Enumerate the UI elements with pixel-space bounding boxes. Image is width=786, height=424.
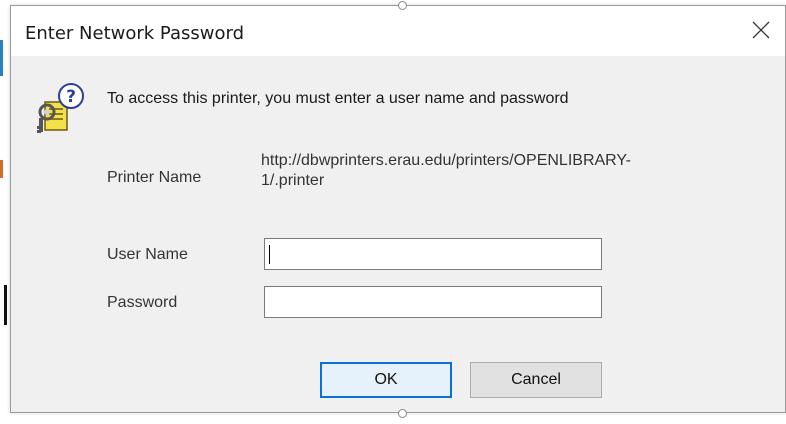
network-password-dialog: Enter Network Password ? To access this … — [10, 5, 786, 413]
close-button[interactable] — [743, 14, 779, 46]
printer-name-label: Printer Name — [107, 169, 202, 186]
user-name-input[interactable] — [264, 238, 602, 270]
resize-handle-top[interactable] — [398, 1, 407, 10]
dialog-message: To access this printer, you must enter a… — [107, 90, 569, 107]
printer-name-value-line2: 1/.printer — [261, 172, 325, 189]
dialog-title: Enter Network Password — [25, 23, 244, 44]
background-fragment — [0, 160, 3, 178]
title-bar[interactable]: Enter Network Password — [11, 6, 785, 56]
user-name-label: User Name — [107, 246, 188, 263]
screen: ‾‾‾‾‾‾‾‾‾‾ Enter Network Password ? To a… — [0, 0, 786, 424]
key-question-icon: ? — [35, 82, 87, 138]
text-caret — [269, 245, 270, 264]
close-icon — [752, 21, 770, 39]
password-label: Password — [107, 294, 178, 311]
ok-button[interactable]: OK — [320, 362, 452, 398]
printer-name-value-line1: http://dbwprinters.erau.edu/printers/OPE… — [261, 152, 631, 169]
password-input[interactable] — [264, 286, 602, 318]
background-fragment — [0, 40, 3, 76]
cancel-button[interactable]: Cancel — [470, 362, 602, 398]
printer-name-value: http://dbwprinters.erau.edu/printers/OPE… — [261, 151, 741, 191]
svg-text:?: ? — [66, 87, 76, 107]
resize-handle-bottom[interactable] — [398, 409, 407, 418]
background-fragment — [4, 285, 7, 325]
